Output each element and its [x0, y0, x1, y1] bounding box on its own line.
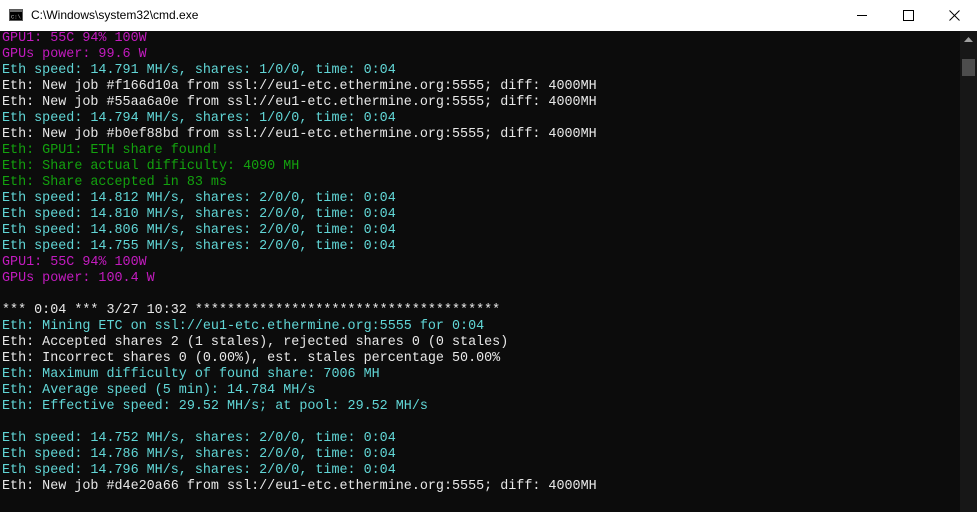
maximize-icon — [903, 10, 914, 21]
console-line: Eth speed: 14.812 MH/s, shares: 2/0/0, t… — [2, 191, 396, 206]
vertical-scrollbar[interactable] — [960, 31, 977, 512]
console-line: Eth: Incorrect shares 0 (0.00%), est. st… — [2, 351, 501, 366]
console-line: Eth speed: 14.794 MH/s, shares: 1/0/0, t… — [2, 111, 396, 126]
console-line: Eth: New job #55aa6a0e from ssl://eu1-et… — [2, 95, 597, 110]
title-bar[interactable]: C:\ C:\Windows\system32\cmd.exe — [0, 0, 977, 31]
console-line: Eth: Accepted shares 2 (1 stales), rejec… — [2, 335, 509, 350]
console-output[interactable]: GPU1: 55C 94% 100W GPUs power: 99.6 W Eth … — [0, 31, 960, 512]
console-line: Eth: Average speed (5 min): 14.784 MH/s — [2, 383, 316, 398]
console-line: Eth: New job #d4e20a66 from ssl://eu1-et… — [2, 479, 597, 494]
console-line: GPUs power: 99.6 W — [2, 47, 147, 62]
console-line: Eth speed: 14.806 MH/s, shares: 2/0/0, t… — [2, 223, 396, 238]
cmd-icon[interactable]: C:\ — [9, 9, 23, 21]
console-line: GPUs power: 100.4 W — [2, 271, 155, 286]
console-line: Eth speed: 14.786 MH/s, shares: 2/0/0, t… — [2, 447, 396, 462]
console-line: GPU1: 55C 94% 100W — [2, 255, 147, 270]
console-line: Eth speed: 14.810 MH/s, shares: 2/0/0, t… — [2, 207, 396, 222]
minimize-icon — [857, 15, 867, 16]
console-line: *** 0:04 *** 3/27 10:32 ****************… — [2, 303, 501, 318]
console-line: Eth speed: 14.755 MH/s, shares: 2/0/0, t… — [2, 239, 396, 254]
scroll-up-button[interactable] — [960, 31, 977, 48]
console-line: Eth speed: 14.752 MH/s, shares: 2/0/0, t… — [2, 431, 396, 446]
console-line: Eth: Share accepted in 83 ms — [2, 175, 227, 190]
console-line: Eth: Share actual difficulty: 4090 MH — [2, 159, 300, 174]
console-line: Eth: New job #f166d10a from ssl://eu1-et… — [2, 79, 597, 94]
close-icon — [949, 10, 960, 21]
console-line: Eth: New job #b0ef88bd from ssl://eu1-et… — [2, 127, 597, 142]
console-line: Eth speed: 14.796 MH/s, shares: 2/0/0, t… — [2, 463, 396, 478]
minimize-button[interactable] — [839, 0, 885, 31]
close-button[interactable] — [931, 0, 977, 31]
console-line: Eth: GPU1: ETH share found! — [2, 143, 219, 158]
chevron-up-icon — [964, 37, 973, 42]
window-title: C:\Windows\system32\cmd.exe — [31, 8, 199, 22]
console-line: Eth: Maximum difficulty of found share: … — [2, 367, 380, 382]
cmd-window: C:\ C:\Windows\system32\cmd.exe GPU1: 55… — [0, 0, 977, 512]
maximize-button[interactable] — [885, 0, 931, 31]
scroll-thumb[interactable] — [962, 59, 975, 76]
console-line: Eth: Mining ETC on ssl://eu1-etc.ethermi… — [2, 319, 485, 334]
console-line: GPU1: 55C 94% 100W — [2, 31, 147, 46]
console-line: Eth: Effective speed: 29.52 MH/s; at poo… — [2, 399, 428, 414]
console-line: Eth speed: 14.791 MH/s, shares: 1/0/0, t… — [2, 63, 396, 78]
svg-text:C:\: C:\ — [11, 14, 21, 21]
